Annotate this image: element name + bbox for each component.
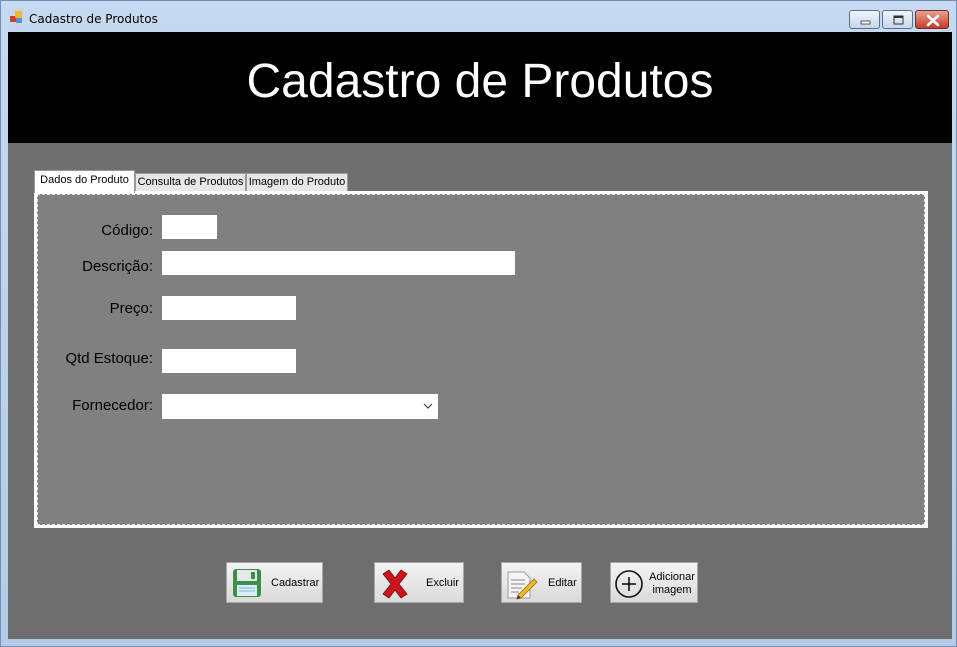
app-form-icon	[10, 11, 22, 23]
cadastrar-button[interactable]: Cadastrar	[226, 562, 323, 603]
minimize-button[interactable]	[849, 10, 880, 29]
app-window: Cadastro de Produtos Cadastro de Produto…	[0, 0, 957, 647]
form-fields-area: Código: Descrição: Preço: Qtd Estoque: F…	[37, 194, 925, 525]
adicionar-imagem-button[interactable]: Adicionar imagem	[610, 562, 698, 603]
chevron-down-icon	[423, 403, 433, 409]
preco-label: Preço:	[109, 300, 153, 317]
tab-panel-dados: Código: Descrição: Preço: Qtd Estoque: F…	[34, 191, 928, 528]
page-title: Cadastro de Produtos	[246, 55, 714, 108]
tab-consulta-de-produtos[interactable]: Consulta de Produtos	[135, 173, 246, 192]
codigo-input[interactable]	[162, 215, 217, 239]
minimize-icon	[860, 20, 871, 25]
maximize-icon	[893, 15, 904, 25]
descricao-label: Descrição:	[82, 258, 153, 275]
tab-dados-do-produto[interactable]: Dados do Produto	[34, 170, 135, 193]
header-banner: Cadastro de Produtos	[8, 32, 952, 143]
descricao-input[interactable]	[162, 251, 515, 275]
save-disk-icon	[233, 569, 261, 597]
adicionar-label-line2: imagem	[652, 584, 692, 596]
qtd-estoque-input[interactable]	[162, 349, 296, 373]
title-bar[interactable]: Cadastro de Produtos	[1, 1, 956, 32]
plus-circle-icon	[615, 570, 643, 598]
codigo-label: Código:	[101, 222, 153, 239]
preco-input[interactable]	[162, 296, 296, 320]
fornecedor-select[interactable]	[162, 394, 438, 419]
tab-imagem-do-produto[interactable]: Imagem do Produto	[246, 173, 348, 192]
editar-label: Editar	[548, 577, 577, 589]
editar-button[interactable]: Editar	[501, 562, 582, 603]
red-x-icon	[382, 569, 408, 599]
window-title: Cadastro de Produtos	[29, 12, 158, 26]
excluir-label: Excluir	[426, 577, 460, 589]
fornecedor-label: Fornecedor:	[72, 397, 153, 414]
close-icon	[926, 14, 940, 27]
excluir-button[interactable]: Excluir	[374, 562, 464, 603]
close-button[interactable]	[915, 10, 949, 29]
form-client-area: Cadastro de Produtos Dados do Produto Co…	[8, 32, 952, 639]
cadastrar-label: Cadastrar	[271, 577, 320, 589]
adicionar-label-line1: Adicionar	[649, 571, 695, 583]
maximize-button[interactable]	[882, 10, 913, 29]
qtd-estoque-label: Qtd Estoque:	[65, 350, 153, 367]
edit-document-icon	[507, 571, 538, 600]
